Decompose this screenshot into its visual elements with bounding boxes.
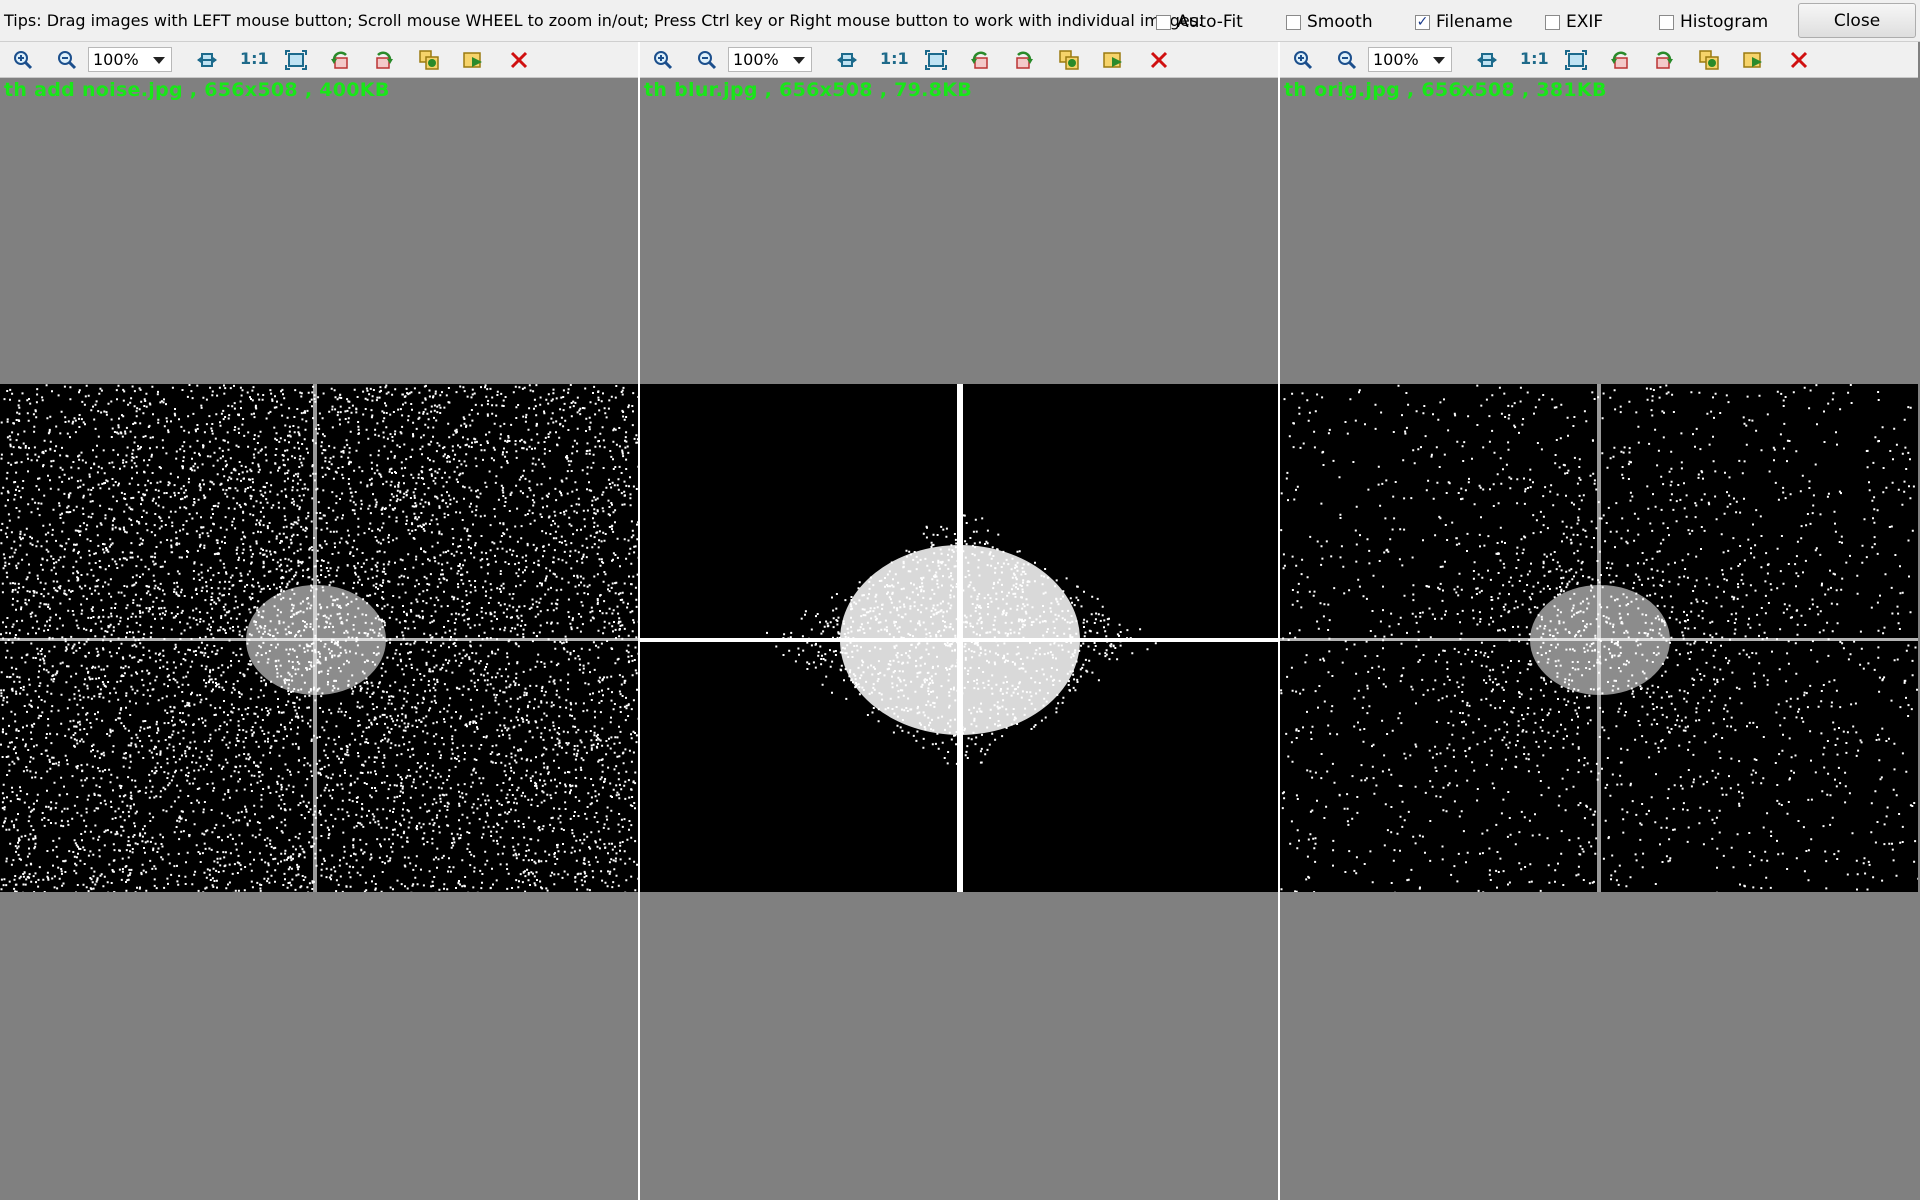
zoom-value: 100% xyxy=(1373,50,1419,69)
chevron-down-icon[interactable] xyxy=(793,57,805,64)
fit-width-icon[interactable] xyxy=(194,48,220,72)
zoom-in-icon[interactable] xyxy=(1290,48,1316,72)
actual-size-icon[interactable]: 1:1 xyxy=(1520,49,1549,68)
close-image-icon[interactable] xyxy=(506,48,532,72)
rotate-left-icon[interactable] xyxy=(1607,48,1633,72)
fit-window-icon[interactable] xyxy=(283,48,309,72)
checkbox-box[interactable] xyxy=(1545,14,1560,30)
zoom-value: 100% xyxy=(733,50,779,69)
exif-label: EXIF xyxy=(1566,12,1604,32)
spectrum-image xyxy=(0,384,638,892)
filename-checkbox[interactable]: ✓ Filename xyxy=(1415,10,1513,34)
checkbox-box[interactable] xyxy=(1659,14,1674,30)
image-panel[interactable]: 100% 1:1 th add noise.jpg , 656x508 , 40… xyxy=(0,42,638,1200)
spectrum-image xyxy=(1280,384,1918,892)
histogram-label: Histogram xyxy=(1680,12,1769,32)
zoom-in-icon[interactable] xyxy=(650,48,676,72)
panel-toolbar: 100% 1:1 xyxy=(640,42,1278,78)
copy-icon[interactable] xyxy=(1696,48,1722,72)
top-bar: Tips: Drag images with LEFT mouse button… xyxy=(0,0,1920,42)
copy-icon[interactable] xyxy=(416,48,442,72)
image-caption: th blur.jpg , 656x508 , 79.8KB xyxy=(644,79,973,101)
close-image-icon[interactable] xyxy=(1146,48,1172,72)
image-caption: th orig.jpg , 656x508 , 381KB xyxy=(1284,79,1607,101)
image-view[interactable] xyxy=(640,384,1278,892)
tips-text: Tips: Drag images with LEFT mouse button… xyxy=(4,11,1204,30)
panel-toolbar: 100% 1:1 xyxy=(1280,42,1918,78)
copy-icon[interactable] xyxy=(1056,48,1082,72)
smooth-label: Smooth xyxy=(1307,12,1373,32)
image-panel[interactable]: 100% 1:1 th blur.jpg , 656x508 , 79.8KB xyxy=(638,42,1278,1200)
rotate-left-icon[interactable] xyxy=(327,48,353,72)
checkbox-box[interactable] xyxy=(1286,14,1301,30)
zoom-select[interactable]: 100% xyxy=(728,47,812,72)
image-view[interactable] xyxy=(1280,384,1918,892)
image-panel[interactable]: 100% 1:1 th orig.jpg , 656x508 , 381KB xyxy=(1278,42,1918,1200)
zoom-in-icon[interactable] xyxy=(10,48,36,72)
close-button[interactable]: Close xyxy=(1798,3,1916,38)
actual-size-icon[interactable]: 1:1 xyxy=(880,49,909,68)
rotate-left-icon[interactable] xyxy=(967,48,993,72)
save-icon[interactable] xyxy=(460,48,486,72)
image-caption: th add noise.jpg , 656x508 , 400KB xyxy=(4,79,390,101)
image-view[interactable] xyxy=(0,384,638,892)
fit-window-icon[interactable] xyxy=(1563,48,1589,72)
panel-toolbar: 100% 1:1 xyxy=(0,42,638,78)
histogram-checkbox[interactable]: Histogram xyxy=(1659,10,1768,34)
autofit-label: Auto-Fit xyxy=(1177,12,1243,32)
rotate-right-icon[interactable] xyxy=(1651,48,1677,72)
checkbox-box-checked[interactable]: ✓ xyxy=(1415,14,1430,30)
save-icon[interactable] xyxy=(1740,48,1766,72)
close-image-icon[interactable] xyxy=(1786,48,1812,72)
zoom-out-icon[interactable] xyxy=(54,48,80,72)
chevron-down-icon[interactable] xyxy=(153,57,165,64)
chevron-down-icon[interactable] xyxy=(1433,57,1445,64)
rotate-right-icon[interactable] xyxy=(371,48,397,72)
smooth-checkbox[interactable]: Smooth xyxy=(1286,10,1373,34)
zoom-out-icon[interactable] xyxy=(1334,48,1360,72)
fit-width-icon[interactable] xyxy=(1474,48,1500,72)
autofit-checkbox[interactable]: Auto-Fit xyxy=(1156,10,1243,34)
fit-width-icon[interactable] xyxy=(834,48,860,72)
save-icon[interactable] xyxy=(1100,48,1126,72)
fit-window-icon[interactable] xyxy=(923,48,949,72)
filename-label: Filename xyxy=(1436,12,1513,32)
spectrum-image xyxy=(640,384,1278,892)
zoom-out-icon[interactable] xyxy=(694,48,720,72)
checkbox-box[interactable] xyxy=(1156,14,1171,30)
rotate-right-icon[interactable] xyxy=(1011,48,1037,72)
zoom-value: 100% xyxy=(93,50,139,69)
zoom-select[interactable]: 100% xyxy=(1368,47,1452,72)
actual-size-icon[interactable]: 1:1 xyxy=(240,49,269,68)
exif-checkbox[interactable]: EXIF xyxy=(1545,10,1603,34)
zoom-select[interactable]: 100% xyxy=(88,47,172,72)
